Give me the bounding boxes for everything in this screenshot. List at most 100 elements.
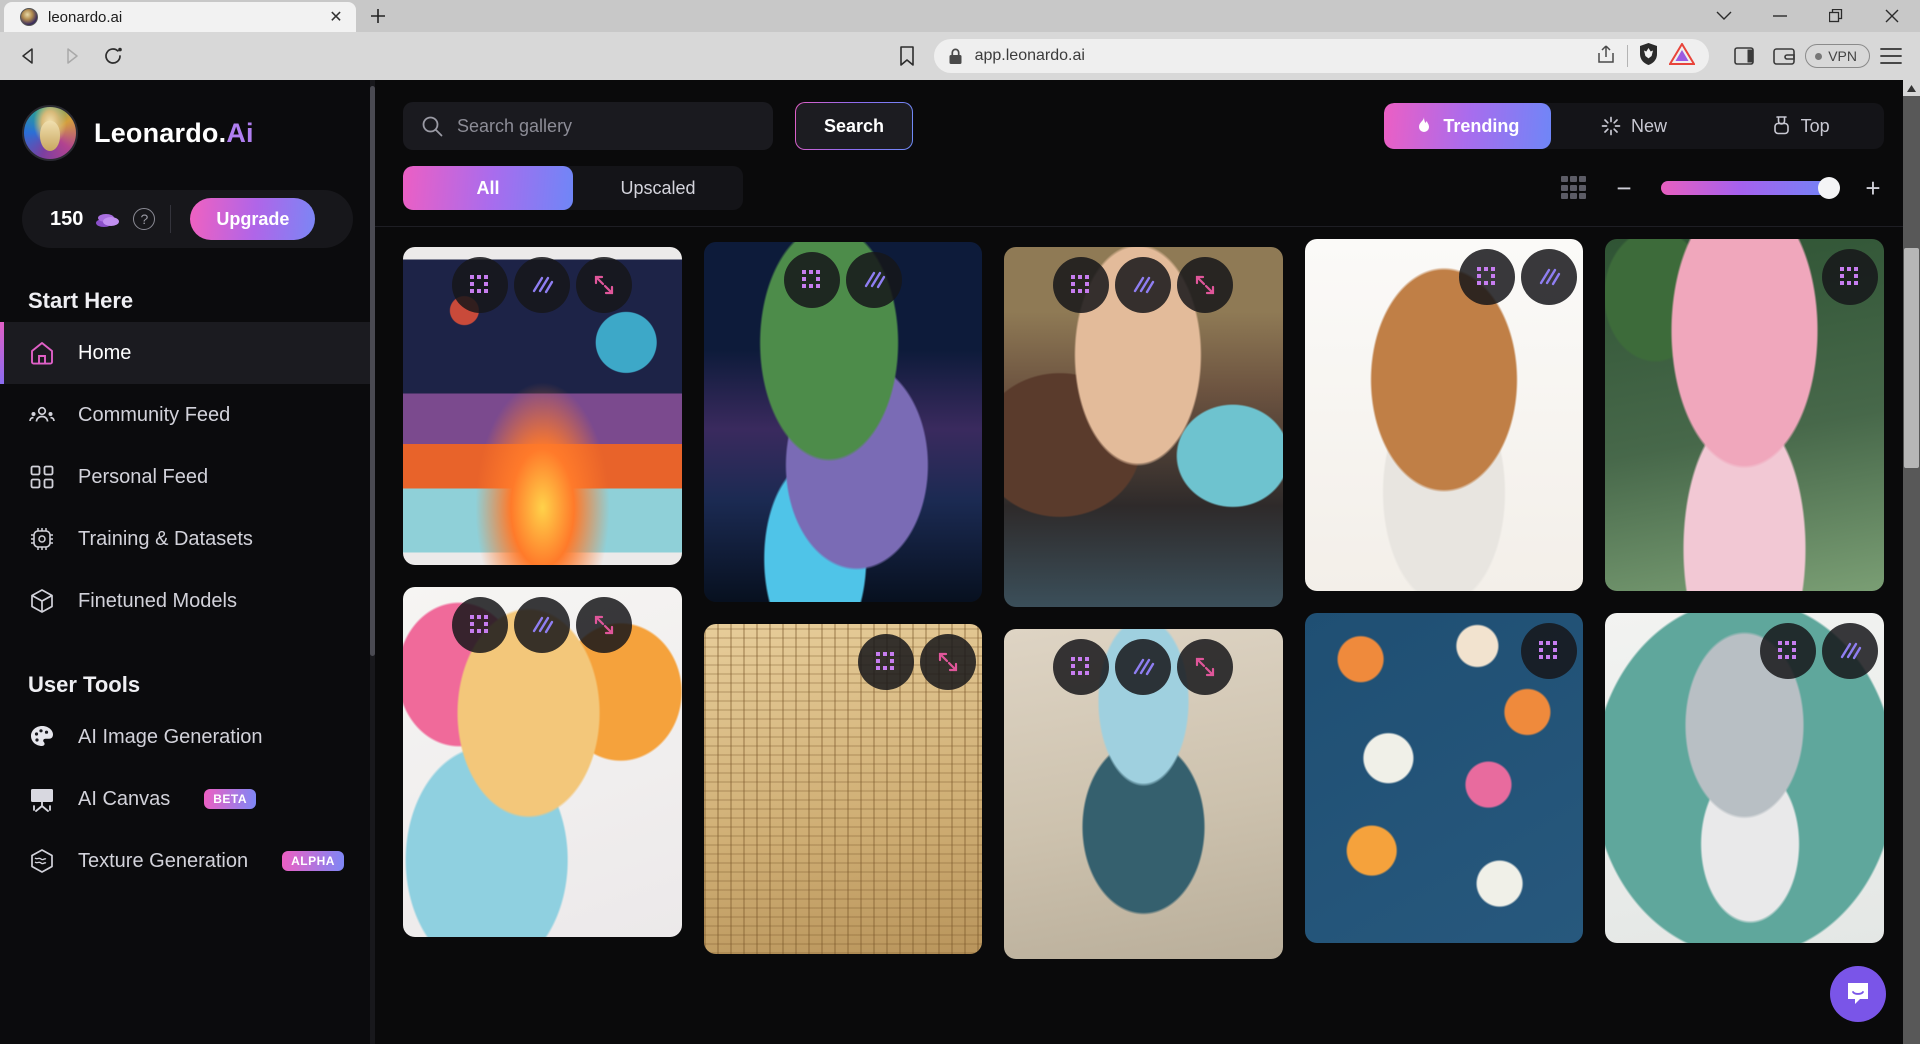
motion-icon[interactable] <box>1115 257 1172 313</box>
close-window-icon[interactable] <box>1864 0 1920 32</box>
search-field[interactable] <box>403 102 773 150</box>
remix-icon[interactable] <box>1459 249 1516 305</box>
gallery-scroll-area[interactable] <box>375 227 1920 1044</box>
help-circle-icon[interactable]: ? <box>133 208 156 230</box>
grid-layout-icon[interactable] <box>1561 176 1587 200</box>
remix-icon[interactable] <box>452 597 509 653</box>
sidebar-item-ai-image-generation[interactable]: AI Image Generation <box>0 706 375 768</box>
sidebar-item-texture-generation[interactable]: Texture Generation ALPHA <box>0 830 375 892</box>
sidebar-item-finetuned-models[interactable]: Finetuned Models <box>0 570 375 632</box>
brave-shield-icon[interactable] <box>1638 42 1659 71</box>
brand-logo-block[interactable]: Leonardo.Ai <box>0 102 375 164</box>
gallery-column <box>1605 239 1884 959</box>
expand-icon[interactable] <box>1177 639 1234 695</box>
page-scrollbar-thumb[interactable] <box>1904 248 1919 468</box>
card-actions <box>1605 623 1884 679</box>
close-icon[interactable]: ✕ <box>326 7 346 27</box>
share-icon[interactable] <box>1595 44 1617 69</box>
leonardo-logo-icon <box>22 105 78 161</box>
restore-icon[interactable] <box>1808 0 1864 32</box>
bookmark-icon[interactable] <box>888 37 926 75</box>
filter-tab-all[interactable]: All <box>403 166 573 210</box>
page-scrollbar[interactable] <box>1903 80 1920 1044</box>
expand-icon[interactable] <box>1177 257 1234 313</box>
gallery-card[interactable] <box>1304 613 1584 943</box>
zoom-slider[interactable] <box>1661 177 1840 199</box>
reload-button[interactable] <box>94 37 132 75</box>
gallery-toolbar: Search Trending New Top <box>375 80 1920 226</box>
search-button[interactable]: Search <box>795 102 913 150</box>
new-tab-button[interactable] <box>356 0 400 32</box>
expand-icon[interactable] <box>576 257 633 313</box>
tab-new[interactable]: New <box>1551 103 1718 149</box>
address-bar[interactable]: app.leonardo.ai <box>933 39 1710 73</box>
motion-icon[interactable] <box>1115 639 1172 695</box>
gallery-card[interactable] <box>403 247 682 565</box>
remix-icon[interactable] <box>1821 249 1878 305</box>
tab-top[interactable]: Top <box>1717 103 1884 149</box>
hamburger-menu-icon[interactable] <box>1872 37 1910 75</box>
divider <box>1627 45 1629 67</box>
zoom-out-button[interactable]: − <box>1613 175 1635 201</box>
zoom-slider-knob[interactable] <box>1818 177 1840 199</box>
sidebar-item-home[interactable]: Home <box>0 322 375 384</box>
expand-icon[interactable] <box>576 597 633 653</box>
sidebar-item-community-feed[interactable]: Community Feed <box>0 384 375 446</box>
coin-stack-icon <box>96 209 120 229</box>
back-button[interactable] <box>10 37 48 75</box>
palette-icon <box>28 723 56 751</box>
gallery-card[interactable] <box>1605 613 1884 943</box>
remix-icon[interactable] <box>783 252 840 308</box>
search-input[interactable] <box>457 115 755 137</box>
gallery-card[interactable] <box>1004 629 1283 959</box>
scroll-up-arrow-icon[interactable] <box>1903 80 1920 96</box>
motion-icon[interactable] <box>1521 249 1578 305</box>
minimize-icon[interactable] <box>1752 0 1808 32</box>
sidebar-item-label: AI Image Generation <box>78 725 263 748</box>
vpn-button[interactable]: VPN <box>1805 44 1871 68</box>
gallery-card[interactable] <box>703 242 983 602</box>
sidebar-item-label: Personal Feed <box>78 465 209 488</box>
sidebar-item-label: Finetuned Models <box>78 589 237 612</box>
motion-icon[interactable] <box>514 597 571 653</box>
motion-icon[interactable] <box>1821 623 1878 679</box>
filter-tab-upscaled[interactable]: Upscaled <box>573 166 743 210</box>
remix-icon[interactable] <box>1521 623 1578 679</box>
upgrade-button[interactable]: Upgrade <box>190 198 316 240</box>
tab-label: Top <box>1800 115 1830 136</box>
card-actions <box>1305 623 1584 679</box>
browser-tab[interactable]: leonardo.ai ✕ <box>4 2 356 32</box>
remix-icon[interactable] <box>1759 623 1816 679</box>
remix-icon[interactable] <box>452 257 509 313</box>
brave-rewards-triangle-icon[interactable] <box>1668 41 1696 70</box>
gallery-card[interactable] <box>1004 247 1283 607</box>
remix-icon[interactable] <box>1053 639 1110 695</box>
card-image-rocket-launch-illustration <box>403 247 682 565</box>
card-image-koala-riding-bicycle-illustration <box>1605 613 1884 943</box>
motion-icon[interactable] <box>514 257 571 313</box>
zoom-in-button[interactable]: + <box>1862 175 1884 201</box>
gallery-card[interactable] <box>403 587 682 937</box>
brand-name: Leonardo.Ai <box>94 118 254 149</box>
intercom-chat-button[interactable] <box>1830 966 1886 1022</box>
gallery-card[interactable] <box>703 624 983 954</box>
gallery-card[interactable] <box>1605 239 1884 591</box>
badge-beta: BETA <box>204 789 257 809</box>
tab-label: Trending <box>1443 115 1520 136</box>
remix-icon[interactable] <box>1053 257 1110 313</box>
sidebar-section-title-start-here: Start Here <box>28 288 134 313</box>
sidebar-item-ai-canvas[interactable]: AI Canvas BETA <box>0 768 375 830</box>
tab-trending[interactable]: Trending <box>1384 103 1551 149</box>
expand-icon[interactable] <box>920 634 977 690</box>
sidebar-panel-icon[interactable] <box>1725 37 1763 75</box>
remix-icon[interactable] <box>858 634 915 690</box>
gallery-card[interactable] <box>1304 239 1584 591</box>
url-text: app.leonardo.ai <box>974 47 1085 64</box>
forward-button[interactable] <box>52 37 90 75</box>
sidebar-item-personal-feed[interactable]: Personal Feed <box>0 446 375 508</box>
sidebar-item-training-datasets[interactable]: Training & Datasets <box>0 508 375 570</box>
wallet-icon[interactable] <box>1765 37 1803 75</box>
divider <box>170 205 172 233</box>
tab-search-chevron-down-icon[interactable] <box>1696 0 1752 32</box>
motion-icon[interactable] <box>845 252 902 308</box>
